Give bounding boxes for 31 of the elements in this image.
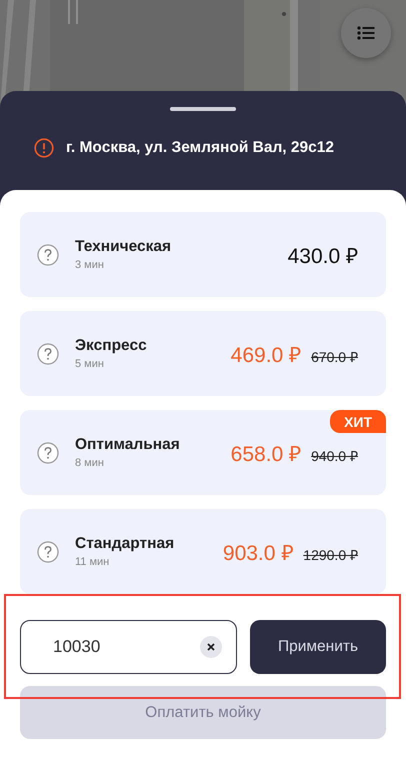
- apply-button[interactable]: Применить: [250, 620, 386, 674]
- help-icon[interactable]: [37, 442, 59, 464]
- tariff-duration: 5 мин: [75, 358, 105, 370]
- hit-badge: ХИТ: [330, 410, 386, 433]
- tariff-card[interactable]: Стандартная 11 мин 903.0 ₽ 1290.0 ₽: [20, 509, 386, 594]
- tariff-price: 469.0 ₽: [230, 342, 302, 368]
- tariff-price: 658.0 ₽: [230, 442, 302, 466]
- close-icon: [207, 643, 215, 651]
- tariff-card[interactable]: Оптимальная 8 мин 658.0 ₽ 940.0 ₽ ХИТ: [20, 410, 386, 495]
- tariff-name: Техническая: [75, 238, 172, 256]
- tariff-duration: 11 мин: [75, 556, 110, 568]
- tariff-card[interactable]: Экспресс 5 мин 469.0 ₽ 670.0 ₽: [20, 311, 386, 396]
- tariff-duration: 8 мин: [75, 457, 105, 469]
- tariff-name: Экспресс: [75, 337, 147, 355]
- tariff-name: Стандартная: [75, 535, 174, 553]
- old-price: 1290.0 ₽: [303, 546, 358, 564]
- old-price: 940.0 ₽: [311, 446, 358, 464]
- tariff-name: Оптимальная: [75, 436, 180, 454]
- tariff-price: 430.0 ₽: [288, 244, 358, 268]
- list-icon: [357, 26, 375, 40]
- old-price: 670.0 ₽: [311, 348, 358, 366]
- tariff-price: 903.0 ₽: [222, 540, 294, 566]
- help-icon[interactable]: [37, 244, 59, 266]
- warning-icon: [34, 138, 54, 158]
- tariff-card[interactable]: Техническая 3 мин 430.0 ₽: [20, 212, 386, 297]
- address-text: г. Москва, ул. Земляной Вал, 29с12: [66, 139, 334, 157]
- help-icon[interactable]: [37, 540, 59, 562]
- help-icon[interactable]: [37, 342, 59, 364]
- tariff-duration: 3 мин: [75, 259, 105, 271]
- promo-code-field[interactable]: 10030: [20, 620, 237, 674]
- drag-handle[interactable]: [170, 107, 236, 111]
